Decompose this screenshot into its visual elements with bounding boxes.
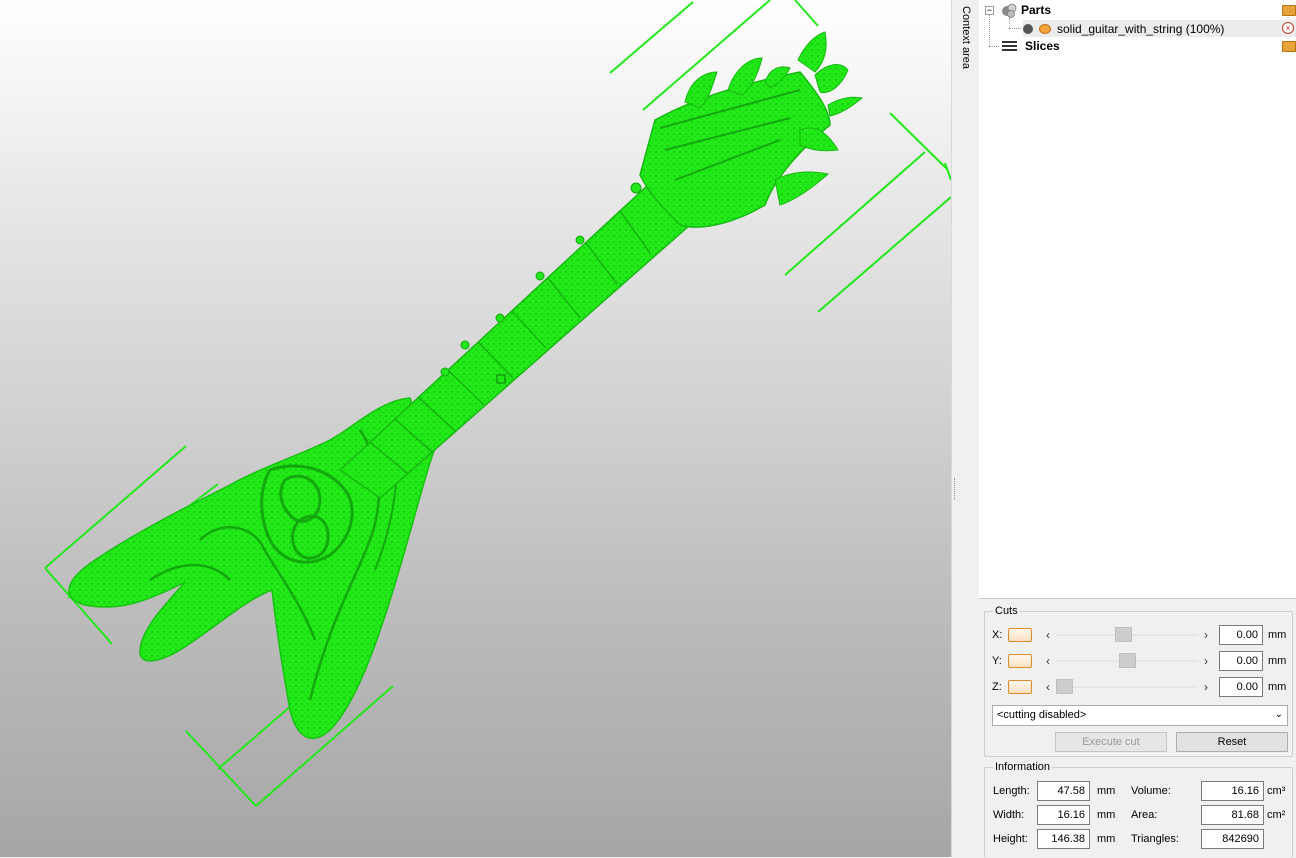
tree-connector xyxy=(989,46,999,47)
slider-left-arrow-icon[interactable]: ‹ xyxy=(1042,653,1054,669)
z-cut-slider[interactable]: ‹ › xyxy=(1042,679,1212,695)
guitar-neck xyxy=(338,183,692,499)
slider-right-arrow-icon[interactable]: › xyxy=(1200,679,1212,695)
slider-right-arrow-icon[interactable]: › xyxy=(1200,653,1212,669)
slider-right-arrow-icon[interactable]: › xyxy=(1200,627,1212,643)
visibility-dot-icon[interactable] xyxy=(1023,24,1033,34)
parts-label: Parts xyxy=(1021,3,1052,17)
slider-left-arrow-icon[interactable]: ‹ xyxy=(1042,679,1054,695)
width-label: Width: xyxy=(993,809,1025,821)
triangles-value: 842690 xyxy=(1201,829,1264,849)
slider-thumb[interactable] xyxy=(1118,653,1136,668)
z-unit: mm xyxy=(1268,681,1287,693)
context-area-tab[interactable]: Context area xyxy=(957,0,980,857)
cutting-mode-value: <cutting disabled> xyxy=(997,709,1087,721)
cuts-title: Cuts xyxy=(995,605,1018,617)
eye-icon[interactable] xyxy=(1039,24,1051,34)
context-area-label: Context area xyxy=(960,6,972,69)
parts-tree[interactable]: − Parts solid_guitar_with_string (100%) … xyxy=(979,0,1296,599)
tree-item-slices[interactable]: Slices xyxy=(1001,37,1060,55)
length-value: 47.58 xyxy=(1037,781,1090,801)
y-cut-toggle[interactable] xyxy=(1008,654,1032,668)
x-axis-label: X: xyxy=(992,629,1003,641)
width-value: 16.16 xyxy=(1037,805,1090,825)
y-cut-value-input[interactable]: 0.00 xyxy=(1219,651,1263,671)
y-unit: mm xyxy=(1268,655,1287,667)
triangles-label: Triangles: xyxy=(1131,833,1179,845)
slider-thumb[interactable] xyxy=(1056,679,1073,694)
tree-item-parts[interactable]: − Parts xyxy=(985,1,1051,19)
3d-viewport[interactable] xyxy=(0,0,951,857)
close-icon[interactable]: × xyxy=(1282,22,1294,34)
area-unit: cm² xyxy=(1267,809,1286,821)
guitar-model-render[interactable] xyxy=(0,0,951,857)
parts-icon xyxy=(1002,3,1017,18)
volume-label: Volume: xyxy=(1131,785,1171,797)
x-cut-slider[interactable]: ‹ › xyxy=(1042,627,1212,643)
tree-item-part[interactable]: solid_guitar_with_string (100%) xyxy=(1023,20,1224,38)
right-panel: − Parts solid_guitar_with_string (100%) … xyxy=(979,0,1296,858)
y-cut-slider[interactable]: ‹ › xyxy=(1042,653,1212,669)
execute-cut-button[interactable]: Execute cut xyxy=(1055,732,1167,752)
reset-button[interactable]: Reset xyxy=(1176,732,1288,752)
open-folder-icon[interactable] xyxy=(1282,41,1296,52)
y-axis-label: Y: xyxy=(992,655,1002,667)
chevron-down-icon: ⌄ xyxy=(1274,709,1283,720)
slider-left-arrow-icon[interactable]: ‹ xyxy=(1042,627,1054,643)
collapse-expander[interactable]: − xyxy=(985,5,994,15)
area-label: Area: xyxy=(1131,809,1158,821)
x-unit: mm xyxy=(1268,629,1287,641)
height-value: 146.38 xyxy=(1037,829,1090,849)
part-name-label: solid_guitar_with_string (100%) xyxy=(1057,22,1225,36)
height-label: Height: xyxy=(993,833,1028,845)
information-title: Information xyxy=(995,761,1051,773)
cutting-mode-select[interactable]: <cutting disabled> ⌄ xyxy=(992,705,1288,726)
x-cut-value-input[interactable]: 0.00 xyxy=(1219,625,1263,645)
length-label: Length: xyxy=(993,785,1030,797)
x-cut-toggle[interactable] xyxy=(1008,628,1032,642)
width-unit: mm xyxy=(1097,809,1116,821)
area-value: 81.68 xyxy=(1201,805,1264,825)
volume-value: 16.16 xyxy=(1201,781,1264,801)
height-unit: mm xyxy=(1097,833,1116,845)
open-folder-icon[interactable] xyxy=(1282,5,1296,16)
slider-thumb[interactable] xyxy=(1114,627,1132,642)
tree-connector xyxy=(1009,28,1021,29)
volume-unit: cm³ xyxy=(1267,785,1286,797)
z-axis-label: Z: xyxy=(992,681,1002,693)
z-cut-value-input[interactable]: 0.00 xyxy=(1219,677,1263,697)
slices-icon xyxy=(1002,41,1017,51)
slices-label: Slices xyxy=(1025,39,1060,53)
slider-track xyxy=(1056,686,1198,688)
z-cut-toggle[interactable] xyxy=(1008,680,1032,694)
tree-connector xyxy=(1009,18,1010,28)
length-unit: mm xyxy=(1097,785,1116,797)
